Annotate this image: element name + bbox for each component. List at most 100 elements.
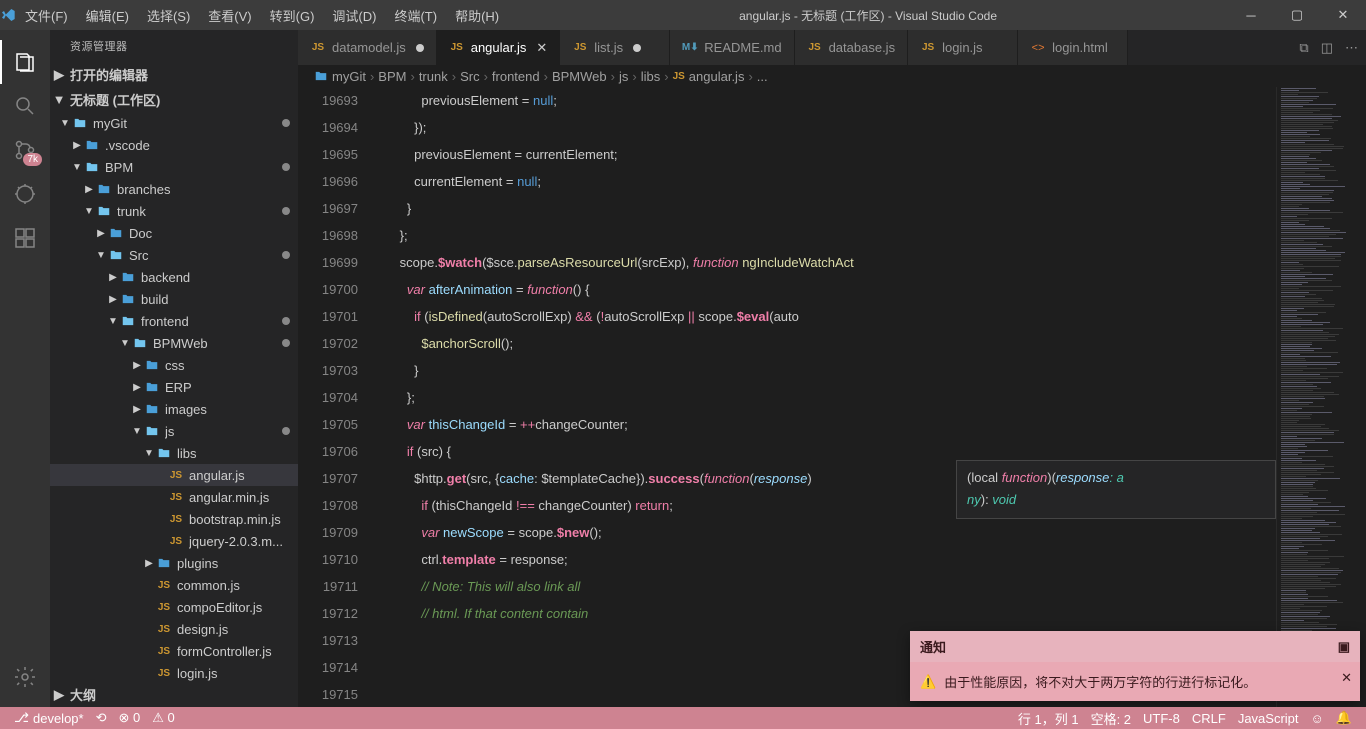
editor-tab[interactable]: JSlogin.js [908, 30, 1018, 65]
minimize-icon[interactable]: ─ [1228, 0, 1274, 30]
tree-row[interactable]: ▶build [50, 288, 298, 310]
tree-row[interactable]: ▶css [50, 354, 298, 376]
editor-tab[interactable]: M⬇README.md [670, 30, 794, 65]
menu-item[interactable]: 转到(G) [261, 0, 324, 30]
status-encoding[interactable]: UTF-8 [1137, 709, 1186, 728]
menu-item[interactable]: 终端(T) [385, 0, 446, 30]
status-errors[interactable]: ⊗ 0 [113, 710, 147, 726]
notification-collapse-icon[interactable]: ▣ [1338, 639, 1350, 655]
status-eol[interactable]: CRLF [1186, 709, 1232, 728]
breadcrumb-item[interactable]: ... [757, 69, 768, 84]
breadcrumb-item[interactable]: trunk [419, 69, 448, 84]
menu-item[interactable]: 查看(V) [199, 0, 260, 30]
tree-row[interactable]: ▼trunk [50, 200, 298, 222]
explorer-icon[interactable] [0, 40, 50, 84]
minimap[interactable] [1276, 87, 1366, 707]
breadcrumb-item[interactable]: myGit [332, 69, 366, 84]
status-sync[interactable]: ⟲ [90, 710, 113, 726]
compare-icon[interactable]: ⧉ [1299, 40, 1308, 56]
tree-row[interactable]: ▶Doc [50, 222, 298, 244]
menu-item[interactable]: 调试(D) [323, 0, 385, 30]
tree-row[interactable]: ▶backend [50, 266, 298, 288]
tree-row[interactable]: JSbootstrap.min.js [50, 508, 298, 530]
editor-tab[interactable]: JS angular.js ✕ [437, 30, 561, 65]
js-file-icon: JS [449, 42, 465, 53]
breadcrumb-item[interactable]: BPMWeb [552, 69, 607, 84]
section-outline[interactable]: ▶大纲 [50, 682, 298, 707]
debug-icon[interactable] [0, 172, 50, 216]
settings-gear-icon[interactable] [0, 655, 50, 699]
tree-row[interactable]: ▼libs [50, 442, 298, 464]
file-tree[interactable]: ▼myGit▶.vscode▼BPM▶branches▼trunk▶Doc▼Sr… [50, 112, 298, 682]
tree-row[interactable]: JSangular.js [50, 464, 298, 486]
tab-label: angular.js [471, 40, 527, 55]
editor-tab[interactable]: JSdatabase.js [795, 30, 909, 65]
tree-row[interactable]: JSangular.min.js [50, 486, 298, 508]
tree-row[interactable]: ▼BPMWeb [50, 332, 298, 354]
breadcrumb-item[interactable]: BPM [378, 69, 406, 84]
breadcrumb-item[interactable]: js [619, 69, 628, 84]
tree-row[interactable]: ▶branches [50, 178, 298, 200]
menu-item[interactable]: 帮助(H) [446, 0, 508, 30]
tree-row[interactable]: JSlogin.js [50, 662, 298, 682]
modified-dot-icon [282, 207, 290, 215]
search-icon[interactable] [0, 84, 50, 128]
tree-row[interactable]: ▼BPM [50, 156, 298, 178]
menu-item[interactable]: 编辑(E) [77, 0, 138, 30]
close-icon[interactable]: ✕ [1320, 0, 1366, 30]
tab-close-icon[interactable]: ✕ [536, 40, 547, 56]
tree-row[interactable]: ▼Src [50, 244, 298, 266]
tree-row[interactable]: JScompoEditor.js [50, 596, 298, 618]
editor-tab[interactable]: <>login.html [1018, 30, 1128, 65]
tree-row[interactable]: ▼myGit [50, 112, 298, 134]
editor-tab[interactable]: JSlist.js [560, 30, 670, 65]
notification-close-icon[interactable]: ✕ [1341, 670, 1352, 686]
folder-icon [120, 269, 136, 285]
tree-row[interactable]: JSformController.js [50, 640, 298, 662]
extensions-icon[interactable] [0, 216, 50, 260]
tree-row[interactable]: JSjquery-2.0.3.m... [50, 530, 298, 552]
status-indent[interactable]: 空格: 2 [1085, 709, 1137, 728]
sidebar-title: 资源管理器 [50, 30, 298, 62]
js-file-icon: JS [920, 42, 936, 53]
tree-row[interactable]: ▶ERP [50, 376, 298, 398]
breadcrumb-item[interactable]: libs [641, 69, 661, 84]
breadcrumb-item[interactable]: frontend [492, 69, 540, 84]
tree-label: Doc [129, 226, 298, 241]
status-language[interactable]: JavaScript [1232, 709, 1305, 728]
status-bar: ⎇develop* ⟲ ⊗ 0 ⚠ 0 行 1，列 1 空格: 2 UTF-8 … [0, 707, 1366, 729]
folder-icon [156, 445, 172, 461]
menu-item[interactable]: 选择(S) [138, 0, 199, 30]
tree-row[interactable]: ▶images [50, 398, 298, 420]
md-file-icon: M⬇ [682, 42, 698, 53]
tree-row[interactable]: JScommon.js [50, 574, 298, 596]
status-cursor-pos[interactable]: 行 1，列 1 [1012, 709, 1085, 728]
scm-icon[interactable]: 7k [0, 128, 50, 172]
js-file-icon: JS [156, 665, 172, 681]
section-workspace[interactable]: ▼无标题 (工作区) [50, 87, 298, 112]
section-open-editors[interactable]: ▶打开的编辑器 [50, 62, 298, 87]
tab-modified-icon [416, 44, 424, 52]
status-feedback-icon[interactable]: ☺ [1305, 709, 1330, 728]
folder-icon [144, 423, 160, 439]
tree-row[interactable]: JSdesign.js [50, 618, 298, 640]
folder-icon [72, 115, 88, 131]
tree-row[interactable]: ▶plugins [50, 552, 298, 574]
tree-row[interactable]: ▼js [50, 420, 298, 442]
code-editor[interactable]: previousElement = null; }); previousElem… [378, 87, 1276, 707]
status-branch[interactable]: ⎇develop* [8, 710, 90, 726]
status-warnings[interactable]: ⚠ 0 [146, 710, 181, 726]
tree-row[interactable]: ▶.vscode [50, 134, 298, 156]
editor-tab[interactable]: JSdatamodel.js [298, 30, 437, 65]
status-bell-icon[interactable]: 🔔 [1330, 709, 1358, 728]
more-icon[interactable]: ⋯ [1345, 40, 1358, 56]
breadcrumb-item[interactable]: JSangular.js [673, 69, 745, 84]
breadcrumbs[interactable]: myGit›BPM›trunk›Src›frontend›BPMWeb›js›l… [298, 65, 1366, 87]
tree-label: js [165, 424, 282, 439]
breadcrumb-item[interactable]: Src [460, 69, 480, 84]
split-icon[interactable]: ◫ [1321, 40, 1333, 56]
folder-icon [120, 291, 136, 307]
maximize-icon[interactable]: ▢ [1274, 0, 1320, 30]
menu-item[interactable]: 文件(F) [16, 0, 77, 30]
tree-row[interactable]: ▼frontend [50, 310, 298, 332]
